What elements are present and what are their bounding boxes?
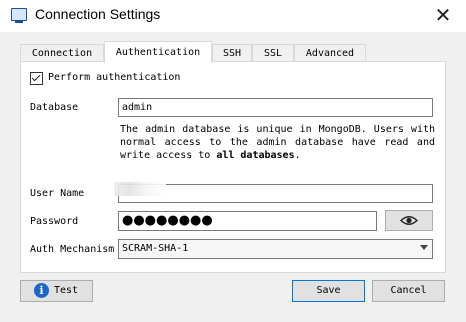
test-button-label: Test [54, 285, 79, 296]
tab-ssl[interactable]: SSL [252, 44, 294, 62]
cancel-button[interactable]: Cancel [372, 280, 445, 302]
tab-advanced[interactable]: Advanced [294, 44, 366, 62]
database-description: The admin database is unique in MongoDB.… [120, 124, 435, 161]
database-label: Database [30, 102, 79, 113]
title-bar: Connection Settings ✕ [0, 0, 466, 32]
chevron-down-icon [420, 245, 428, 250]
password-mask: ●●●●●●●● [122, 213, 213, 228]
window-title: Connection Settings [35, 6, 161, 22]
all-databases-emphasis: all databases [216, 150, 295, 161]
test-button[interactable]: Test [20, 280, 93, 302]
redacted-blur [114, 182, 166, 196]
window-icon [11, 8, 27, 23]
tab-authentication[interactable]: Authentication [104, 41, 212, 63]
password-label: Password [30, 216, 79, 227]
username-label: User Name [30, 188, 85, 199]
tab-connection[interactable]: Connection [20, 44, 104, 62]
auth-mechanism-label: Auth Mechanism [30, 244, 115, 255]
info-icon: i [34, 283, 49, 298]
auth-mechanism-select[interactable]: SCRAM-SHA-1 [118, 239, 433, 259]
show-password-button[interactable] [385, 210, 433, 231]
database-input[interactable]: admin [118, 98, 433, 117]
perform-authentication-checkbox[interactable] [30, 72, 43, 85]
tab-ssh[interactable]: SSH [212, 44, 252, 62]
perform-authentication-label: Perform authentication [48, 72, 181, 83]
save-button[interactable]: Save [292, 280, 365, 302]
close-button[interactable]: ✕ [432, 4, 454, 26]
eye-icon [399, 216, 419, 225]
